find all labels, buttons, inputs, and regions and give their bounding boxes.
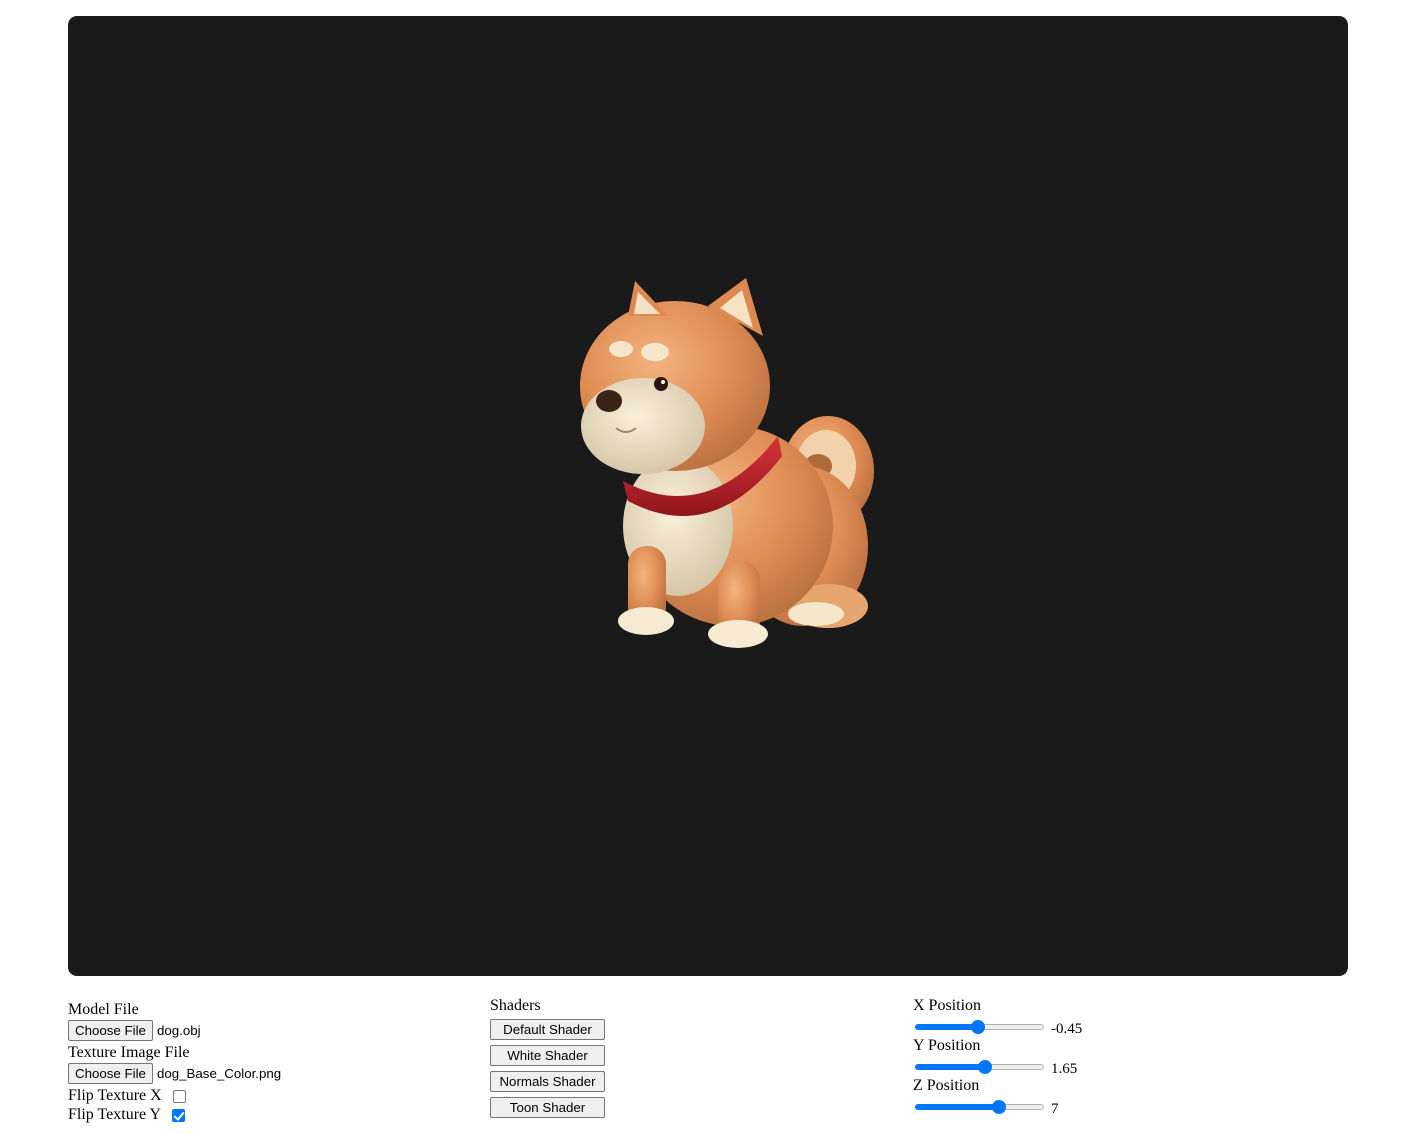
model-file-input[interactable]: Choose File dog.obj	[68, 1019, 281, 1041]
slider-fill	[915, 1024, 978, 1030]
texture-filename: dog_Base_Color.png	[156, 1065, 282, 1081]
position-panel: X Position -0.45 Y Position 1.65 Z Posit…	[913, 997, 1082, 1117]
y-position-label: Y Position	[913, 1037, 981, 1054]
slider-fill	[915, 1064, 985, 1070]
texture-choose-file-button[interactable]: Choose File	[68, 1062, 153, 1084]
slider-thumb[interactable]	[978, 1060, 992, 1074]
slider-fill	[915, 1104, 999, 1110]
model-choose-file-button[interactable]: Choose File	[68, 1019, 153, 1041]
slider-thumb[interactable]	[971, 1020, 985, 1034]
texture-file-label: Texture Image File	[68, 1044, 190, 1061]
flip-texture-y-row: Flip Texture Y	[68, 1105, 281, 1124]
flip-texture-x-checkbox[interactable]	[172, 1090, 186, 1103]
default-shader-button[interactable]: Default Shader	[490, 1019, 605, 1040]
white-shader-button[interactable]: White Shader	[490, 1045, 605, 1066]
toon-shader-button[interactable]: Toon Shader	[490, 1097, 605, 1118]
x-position-label: X Position	[913, 997, 982, 1014]
z-position-slider[interactable]	[915, 1098, 1044, 1114]
flip-texture-y-label: Flip Texture Y	[68, 1105, 162, 1123]
model-file-panel: Model File Choose File dog.obj Texture I…	[68, 1001, 281, 1124]
shader-panel: Shaders Default Shader White Shader Norm…	[490, 997, 605, 1123]
z-position-value: 7	[1051, 1100, 1059, 1117]
shaders-title: Shaders	[490, 997, 541, 1014]
texture-file-input[interactable]: Choose File dog_Base_Color.png	[68, 1062, 281, 1084]
x-position-value: -0.45	[1051, 1020, 1083, 1037]
flip-texture-x-label: Flip Texture X	[68, 1086, 162, 1104]
dog-model	[580, 278, 874, 648]
3d-viewport-canvas[interactable]	[68, 16, 1348, 976]
y-position-slider[interactable]	[915, 1058, 1044, 1074]
y-position-value: 1.65	[1051, 1060, 1078, 1077]
model-filename: dog.obj	[156, 1022, 201, 1038]
flip-texture-x-row: Flip Texture X	[68, 1086, 281, 1105]
normals-shader-button[interactable]: Normals Shader	[490, 1071, 605, 1092]
z-position-label: Z Position	[913, 1077, 980, 1094]
x-position-slider[interactable]	[915, 1018, 1044, 1034]
slider-thumb[interactable]	[992, 1100, 1006, 1114]
flip-texture-y-checkbox[interactable]	[172, 1109, 186, 1122]
model-file-label: Model File	[68, 1001, 139, 1018]
